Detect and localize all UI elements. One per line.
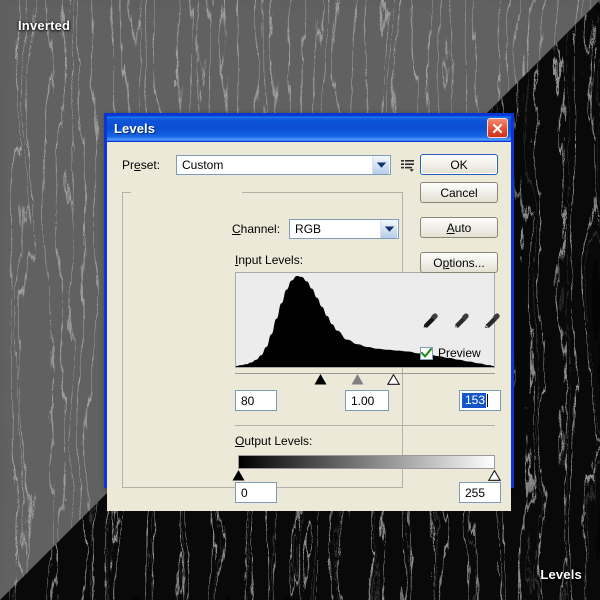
input-white-point-handle[interactable] — [387, 374, 401, 385]
output-gradient-ramp[interactable] — [238, 455, 495, 469]
preview-checkbox[interactable] — [420, 346, 433, 360]
channel-value: RGB — [295, 222, 322, 236]
output-levels-label: Output Levels: — [235, 434, 313, 448]
preset-label: Preset: — [122, 158, 161, 172]
input-black-point-field[interactable]: 80 — [235, 390, 277, 411]
close-button[interactable] — [487, 118, 508, 138]
chevron-down-icon — [372, 156, 389, 174]
input-gamma-handle[interactable] — [351, 374, 364, 385]
preset-dropdown[interactable]: Custom — [176, 155, 391, 175]
input-gamma-field[interactable]: 1.00 — [345, 390, 389, 411]
eyedropper-group — [420, 310, 502, 332]
auto-button[interactable]: Auto — [420, 217, 498, 238]
output-black-point-value: 0 — [241, 485, 248, 500]
set-black-point-eyedropper-icon[interactable] — [420, 311, 440, 331]
preset-value: Custom — [182, 158, 224, 172]
output-black-point-handle[interactable] — [232, 470, 245, 481]
input-levels-label: Input Levels: — [235, 253, 304, 267]
close-x-icon — [492, 123, 503, 133]
chevron-down-icon — [380, 220, 398, 238]
channel-label: Channel: — [230, 222, 283, 236]
set-gray-point-eyedropper-icon[interactable] — [451, 311, 471, 331]
dialog-title: Levels — [114, 121, 156, 136]
channel-dropdown[interactable]: RGB — [289, 219, 400, 239]
input-white-point-value: 153 — [462, 393, 487, 408]
input-white-point-field[interactable]: 153 — [459, 390, 501, 411]
output-white-point-field[interactable]: 255 — [459, 482, 501, 503]
checkmark-icon — [421, 348, 432, 358]
preview-checkbox-row[interactable]: Preview — [420, 346, 481, 360]
preset-options-menu-icon[interactable] — [400, 157, 416, 173]
input-black-point-handle[interactable] — [314, 374, 327, 385]
channel-row: Channel: RGB — [230, 219, 400, 239]
preview-label: Preview — [438, 346, 481, 360]
set-white-point-eyedropper-icon[interactable] — [482, 311, 502, 331]
output-white-point-value: 255 — [465, 485, 486, 500]
section-divider — [235, 425, 495, 426]
dialog-titlebar[interactable]: Levels — [107, 116, 511, 142]
label-inverted: Inverted — [18, 18, 71, 33]
screenshot-root: Inverted Levels Levels Preset: Custom Ch… — [0, 0, 600, 600]
dialog-body: Preset: Custom Channel: RGB Input Levels… — [107, 142, 511, 511]
input-black-point-value: 80 — [241, 393, 255, 408]
cancel-button[interactable]: Cancel — [420, 182, 498, 203]
ok-button[interactable]: OK — [420, 154, 498, 175]
label-levels: Levels — [540, 567, 582, 582]
levels-dialog: Levels Preset: Custom Channel: RGB Input… — [104, 113, 514, 511]
output-black-point-field[interactable]: 0 — [235, 482, 277, 503]
input-gamma-value: 1.00 — [351, 393, 375, 408]
output-white-point-handle[interactable] — [488, 470, 501, 481]
options-button[interactable]: Op tions... — [420, 252, 498, 273]
input-slider-track[interactable] — [235, 373, 495, 376]
text-caret — [487, 394, 489, 407]
